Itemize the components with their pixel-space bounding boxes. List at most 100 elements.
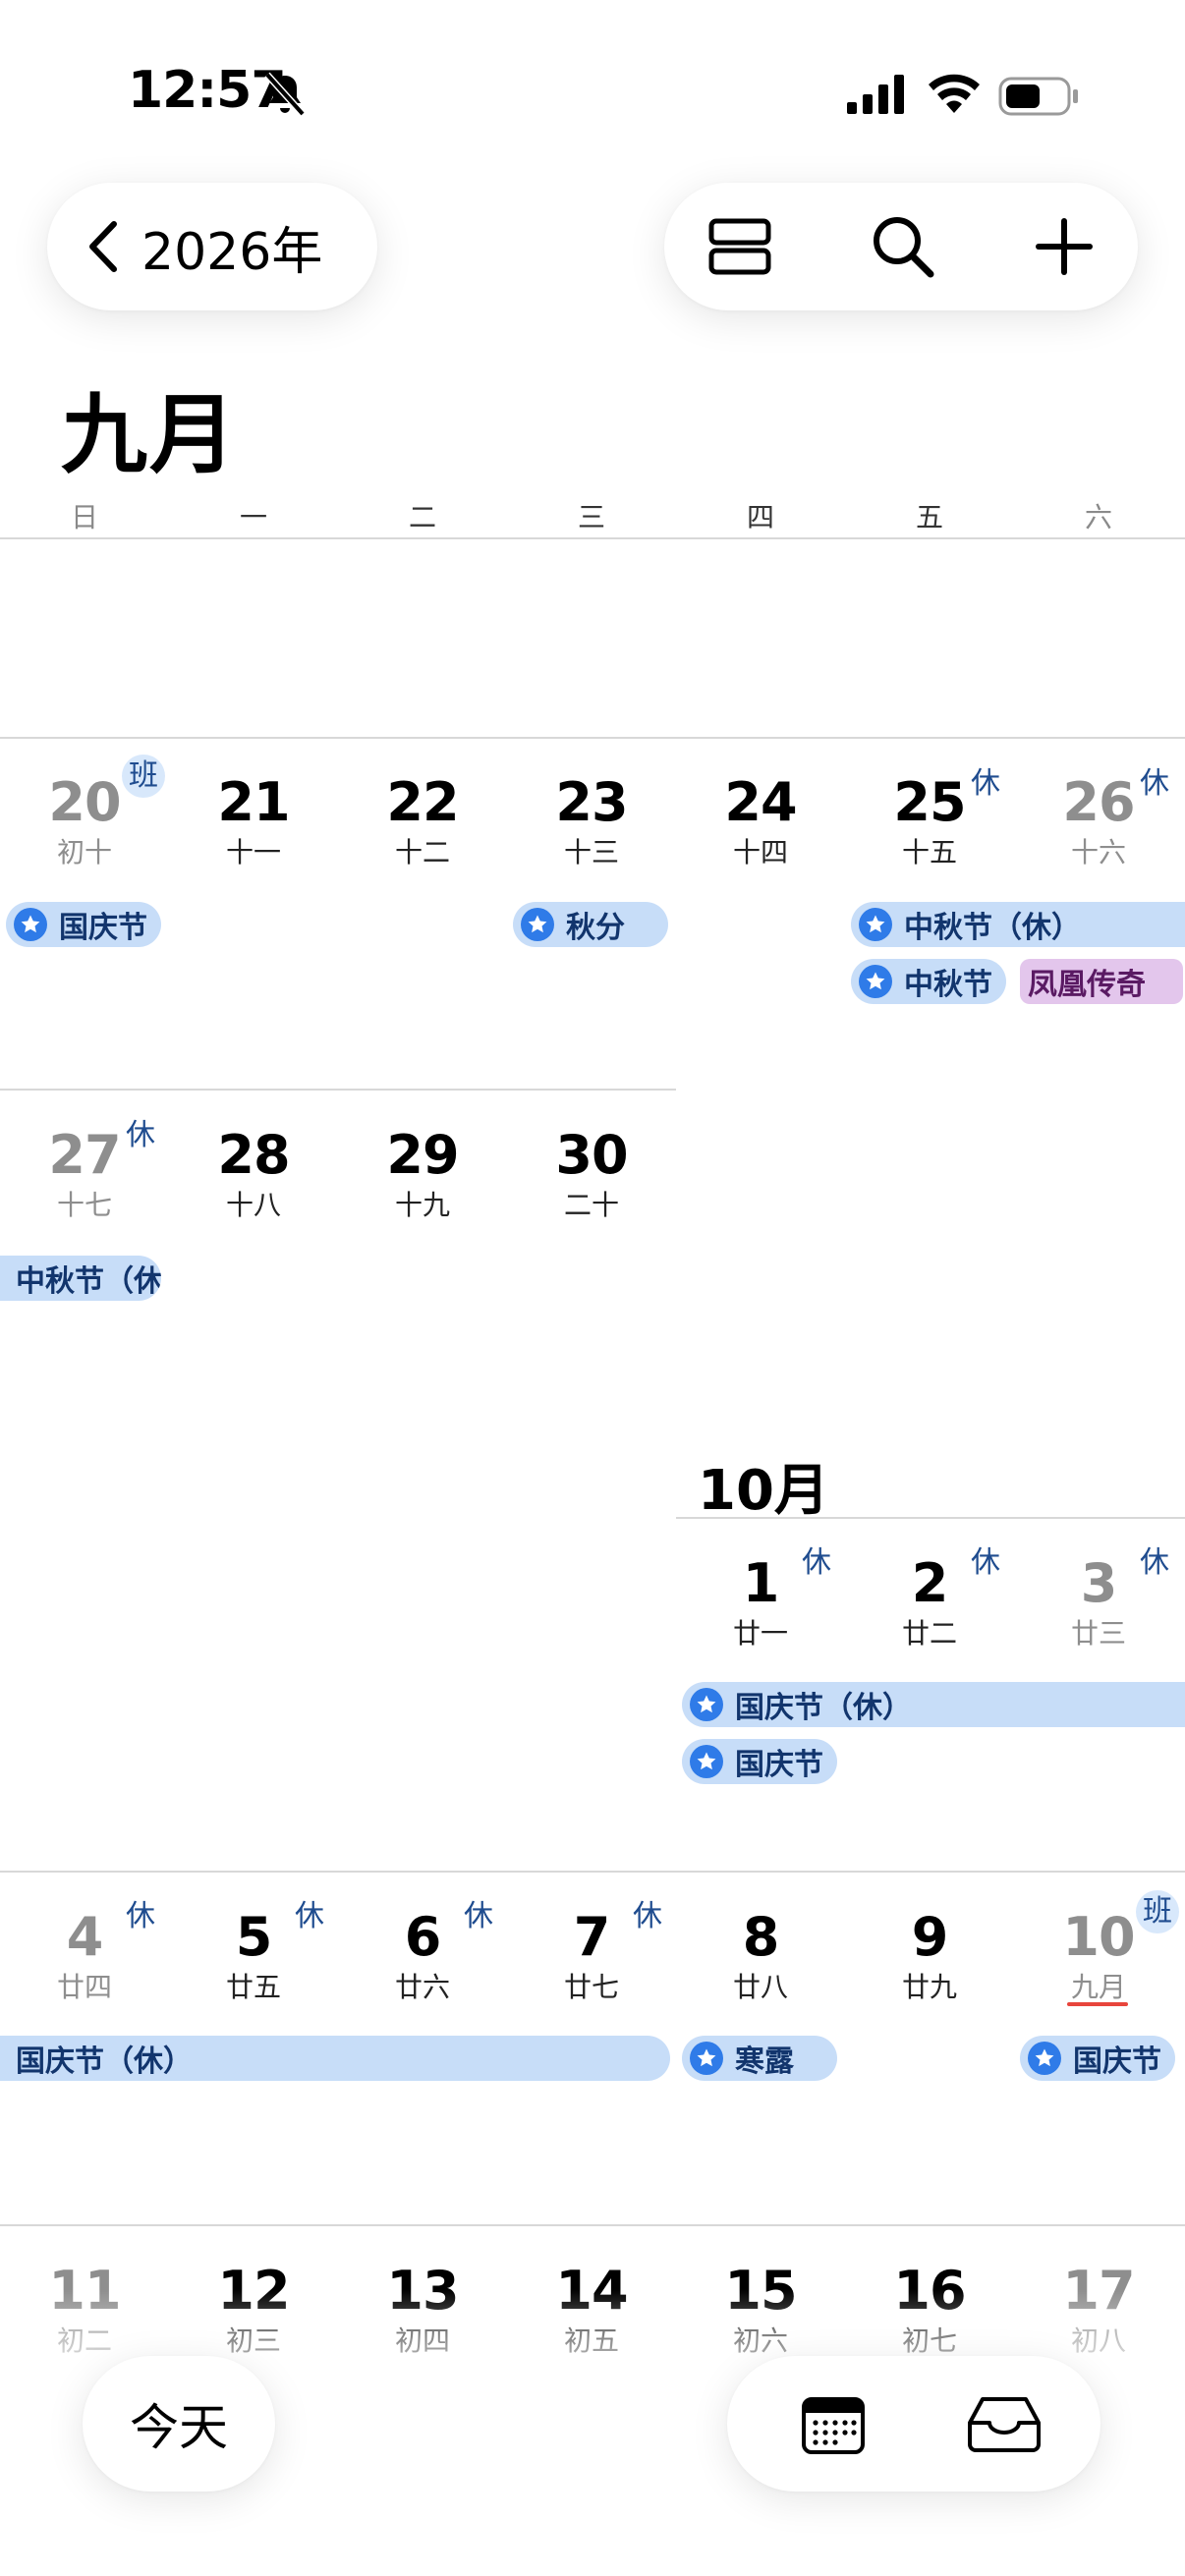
week-divider [0, 737, 1185, 739]
lunar-date: 十一 [225, 836, 281, 868]
event-chip[interactable]: 秋分 [513, 902, 668, 947]
event-chip[interactable]: 国庆节 [1020, 2036, 1175, 2081]
bottom-toolbar [727, 2356, 1100, 2492]
event-title: 国庆节 [735, 1748, 823, 1782]
october-title: 10月 [698, 1459, 829, 1523]
lunar-date: 廿八 [732, 1971, 788, 2003]
year-label: 2026年 [141, 222, 323, 282]
lunar-date: 二十 [563, 1189, 619, 1221]
lunar-date: 廿五 [225, 1971, 281, 2003]
day-number[interactable]: 22 [338, 771, 507, 833]
lunar-date: 十六 [1070, 836, 1126, 868]
day-number[interactable]: 21 [169, 771, 338, 833]
lunar-date: 十七 [56, 1189, 112, 1221]
lunar-date: 九月 [1070, 1971, 1126, 2003]
wifi-icon [929, 74, 980, 113]
lunar-date: 廿四 [56, 1971, 112, 2003]
workday-badge: 班 [1136, 1890, 1179, 1933]
lunar-date: 廿一 [732, 1617, 788, 1650]
today-button[interactable]: 今天 [83, 2356, 275, 2492]
day-number[interactable]: 23 [507, 771, 676, 833]
add-event-button[interactable] [1022, 204, 1106, 289]
event-chip[interactable]: 国庆节 [6, 902, 161, 947]
weekday-sat: 六 [1084, 501, 1112, 533]
battery-icon [998, 77, 1078, 116]
day-number[interactable]: 8 [676, 1906, 845, 1968]
lunar-date: 廿二 [901, 1617, 957, 1650]
day-number[interactable]: 29 [338, 1124, 507, 1186]
holiday-badge: 休 [802, 1545, 831, 1580]
today-indicator [1067, 2002, 1128, 2006]
event-chip[interactable]: 中秋节 [851, 959, 1006, 1004]
event-chip[interactable]: 国庆节 [682, 1739, 837, 1784]
holiday-badge: 休 [971, 1545, 1000, 1580]
plus-icon [1036, 218, 1093, 275]
header-divider [0, 537, 1185, 539]
month-title: 九月 [61, 384, 239, 485]
event-title: 中秋节（休 [16, 1264, 161, 1299]
workday-badge: 班 [122, 755, 165, 798]
lunar-date: 十五 [901, 836, 957, 868]
star-icon [690, 2042, 723, 2075]
star-icon [1028, 2042, 1061, 2075]
event-title: 中秋节 [904, 968, 992, 1002]
lunar-date: 廿六 [394, 1971, 450, 2003]
holiday-badge: 休 [295, 1899, 324, 1933]
event-title: 凤凰传奇 [1028, 968, 1146, 1002]
lunar-date: 十四 [732, 836, 788, 868]
holiday-badge: 休 [1140, 1545, 1169, 1580]
calendars-button[interactable] [788, 2380, 878, 2470]
lunar-date: 十三 [563, 836, 619, 868]
inbox-button[interactable] [959, 2380, 1049, 2470]
day-number[interactable]: 30 [507, 1124, 676, 1186]
status-time: 12:57 [128, 61, 287, 120]
lunar-date: 十二 [394, 836, 450, 868]
event-chip[interactable]: 寒露 [682, 2036, 837, 2081]
holiday-badge: 休 [971, 766, 1000, 801]
cellular-signal-icon [847, 75, 904, 114]
search-icon [874, 217, 934, 278]
list-view-icon [708, 218, 771, 275]
day-number[interactable]: 9 [845, 1906, 1014, 1968]
holiday-badge: 休 [633, 1899, 662, 1933]
event-title: 寒露 [735, 2044, 794, 2079]
lunar-date: 十八 [225, 1189, 281, 1221]
lunar-date: 初十 [56, 836, 112, 868]
search-button[interactable] [861, 204, 945, 289]
week-divider [0, 2224, 1185, 2226]
lunar-date: 廿九 [901, 1971, 957, 2003]
calendar-icon [802, 2397, 865, 2454]
event-chip[interactable]: 国庆节（休） [682, 1682, 1185, 1727]
weekday-mon: 一 [239, 501, 267, 533]
weekday-sun: 日 [70, 501, 98, 533]
event-title: 国庆节（休） [16, 2044, 193, 2079]
holiday-badge: 休 [464, 1899, 493, 1933]
inbox-icon [968, 2397, 1041, 2452]
weekday-wed: 三 [577, 501, 605, 533]
lunar-date: 廿三 [1070, 1617, 1126, 1650]
event-chip[interactable]: 中秋节（休 [0, 1256, 161, 1301]
day-number[interactable]: 24 [676, 771, 845, 833]
event-chip[interactable]: 凤凰传奇 [1020, 959, 1183, 1004]
star-icon [859, 908, 892, 941]
star-icon [521, 908, 554, 941]
event-title: 国庆节 [59, 911, 147, 945]
month-divider [676, 1517, 1185, 1519]
chevron-left-icon [89, 221, 117, 272]
weekday-fri: 五 [915, 501, 943, 533]
star-icon [690, 1745, 723, 1778]
day-number[interactable]: 28 [169, 1124, 338, 1186]
week-divider [0, 1089, 676, 1091]
weekday-tue: 二 [408, 501, 436, 533]
holiday-badge: 休 [126, 1118, 155, 1152]
holiday-badge: 休 [1140, 766, 1169, 801]
back-to-year-button[interactable]: 2026年 [47, 183, 377, 310]
lunar-date: 十九 [394, 1189, 450, 1221]
toolbar-pill [664, 183, 1138, 310]
event-chip[interactable]: 中秋节（休） [851, 902, 1185, 947]
star-icon [690, 1688, 723, 1721]
event-title: 中秋节（休） [904, 911, 1081, 945]
event-chip[interactable]: 国庆节（休） [0, 2036, 670, 2081]
view-mode-button[interactable] [698, 204, 782, 289]
bell-muted-icon [264, 72, 306, 117]
